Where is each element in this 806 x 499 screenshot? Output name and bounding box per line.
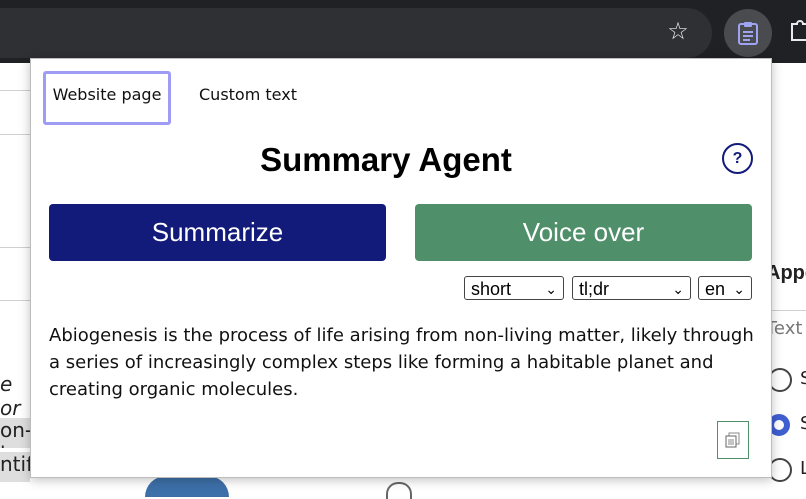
- star-icon[interactable]: ☆: [665, 18, 691, 44]
- summary-agent-extension-button[interactable]: [724, 9, 772, 57]
- voice-over-button[interactable]: Voice over: [415, 204, 752, 261]
- background-italic-text: e or: [0, 372, 21, 420]
- browser-toolbar: ☆: [0, 0, 806, 63]
- radio-label-3: L: [800, 458, 806, 479]
- background-heading: Appe: [766, 262, 806, 284]
- tab-website-page[interactable]: Website page: [43, 71, 171, 125]
- chevron-down-icon: ⌄: [545, 281, 557, 297]
- help-icon[interactable]: ?: [722, 143, 753, 174]
- format-select[interactable]: tl;dr ⌄: [572, 276, 691, 300]
- language-select[interactable]: en ⌄: [698, 276, 752, 300]
- language-select-value: en: [705, 279, 726, 299]
- popup-title: Summary Agent: [260, 141, 512, 178]
- copy-icon: [725, 432, 740, 448]
- chevron-down-icon: ⌄: [672, 281, 684, 297]
- tab-custom-text[interactable]: Custom text: [199, 71, 309, 119]
- background-highlight-2: ntif: [0, 452, 30, 482]
- radio-label-1: S: [800, 368, 806, 389]
- earth-image: [145, 476, 229, 497]
- clipboard-icon: [738, 22, 758, 45]
- summarize-button[interactable]: Summarize: [49, 204, 386, 261]
- background-highlight-1: on-l: [0, 418, 30, 448]
- puzzle-icon[interactable]: [788, 18, 806, 44]
- copy-button[interactable]: [717, 421, 749, 459]
- address-bar[interactable]: [0, 8, 712, 58]
- format-select-value: tl;dr: [579, 279, 610, 299]
- diagram-image: [386, 482, 412, 499]
- length-select-value: short: [471, 279, 512, 299]
- summary-agent-popup: Website page Custom text Summary Agent ?…: [30, 58, 772, 478]
- chevron-down-icon: ⌄: [733, 281, 745, 297]
- radio-label-2: S: [800, 413, 806, 434]
- length-select[interactable]: short ⌄: [464, 276, 564, 300]
- summary-output: Abiogenesis is the process of life arisi…: [49, 325, 754, 400]
